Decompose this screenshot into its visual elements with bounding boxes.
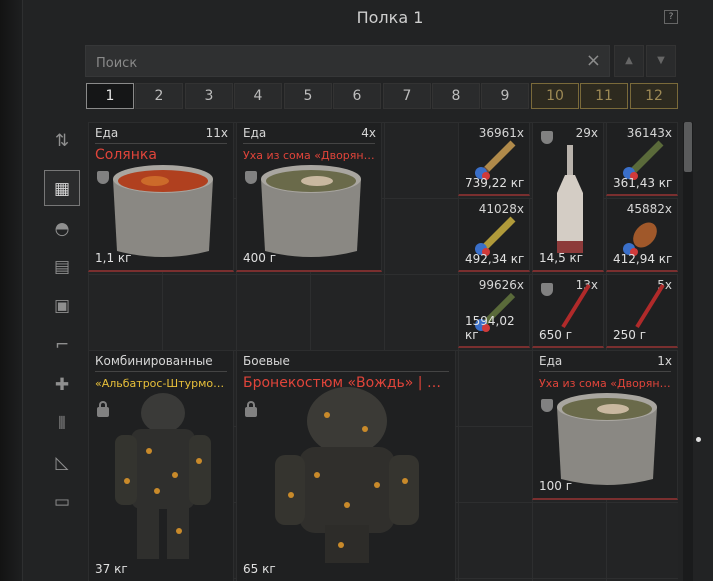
item-weight: 250 г: [613, 328, 647, 342]
item-category: Еда: [95, 126, 119, 140]
scroll-down-button[interactable]: ▼: [646, 45, 676, 77]
window-title: Полка 1: [356, 8, 424, 27]
pot-image: [557, 393, 657, 485]
item-weight: 100 г: [539, 479, 573, 493]
item-category: Комбинированные: [95, 354, 213, 368]
flare-image: [561, 283, 591, 329]
tab-8[interactable]: 8: [432, 83, 480, 109]
tab-11[interactable]: 11: [580, 83, 628, 109]
item-weight: 37 кг: [95, 562, 128, 576]
box-icon[interactable]: ▭: [44, 483, 80, 519]
ammo-stack[interactable]: 45882x 412,94 кг: [606, 198, 678, 272]
armor-icon[interactable]: ▤: [44, 248, 80, 284]
tools-icon[interactable]: ◺: [44, 444, 80, 480]
item-count: 41028x: [478, 202, 524, 216]
backpack-icon[interactable]: ▣: [44, 287, 80, 323]
tab-9[interactable]: 9: [481, 83, 529, 109]
item-count: 36961x: [478, 126, 524, 140]
item-count: 45882x: [626, 202, 672, 216]
ammo-stack[interactable]: 36961x 739,22 кг: [458, 122, 530, 196]
item-weight: 65 кг: [243, 562, 276, 576]
tab-12[interactable]: 12: [630, 83, 678, 109]
item-ukha[interactable]: Еда 4x Уха из сома «Дворянск... 400 г: [236, 122, 382, 272]
item-weight: 492,34 кг: [465, 252, 525, 266]
cursor-dot: [696, 437, 701, 442]
item-flare[interactable]: 13x 650 г: [532, 274, 604, 348]
item-flare[interactable]: 5x 250 г: [606, 274, 678, 348]
item-solyanka[interactable]: Еда 11x Солянка 1,1 кг: [88, 122, 234, 272]
flare-image: [635, 283, 665, 329]
item-ukha[interactable]: Еда 1x Уха из сома «Дворянск... 100 г: [532, 350, 678, 500]
item-weight: 1,1 кг: [95, 251, 132, 265]
item-category: Еда: [243, 126, 267, 140]
item-albatros-armor[interactable]: Комбинированные «Альбатрос-Штурмови... 3…: [88, 350, 234, 581]
search-bar: ×: [85, 45, 610, 77]
clear-icon[interactable]: ×: [586, 50, 601, 71]
item-count: 36143x: [626, 126, 672, 140]
item-weight: 14,5 кг: [539, 251, 584, 265]
medkit-icon[interactable]: ✚: [44, 366, 80, 402]
item-category: Еда: [539, 354, 563, 368]
sort-icon[interactable]: ⇅: [44, 122, 80, 158]
shield-icon: [541, 283, 553, 296]
background-edge: [0, 0, 22, 581]
tab-2[interactable]: 2: [135, 83, 183, 109]
scrollbar-track[interactable]: [683, 122, 693, 581]
item-weight: 650 г: [539, 328, 573, 342]
item-weight: 412,94 кг: [613, 252, 673, 266]
grid-icon[interactable]: ▦: [44, 170, 80, 206]
tab-5[interactable]: 5: [284, 83, 332, 109]
item-vozhd-armor[interactable]: Боевые Бронекостюм «Вождь» | +15 65 кг: [236, 350, 456, 581]
item-weight: 739,22 кг: [465, 176, 525, 190]
scroll-up-button[interactable]: ▲: [614, 45, 644, 77]
item-count: 1x: [657, 354, 672, 368]
ammo-stack[interactable]: 41028x 492,34 кг: [458, 198, 530, 272]
item-weight: 400 г: [243, 251, 277, 265]
help-icon[interactable]: ?: [664, 10, 678, 24]
item-weight: 1594,02 кг: [465, 314, 515, 342]
armor-image: [275, 387, 419, 563]
item-category: Боевые: [243, 354, 290, 368]
bottle-image: [557, 145, 583, 253]
tab-7[interactable]: 7: [383, 83, 431, 109]
ammo-stack[interactable]: 36143x 361,43 кг: [606, 122, 678, 196]
item-count: 29x: [575, 126, 598, 140]
item-count: 11x: [205, 126, 228, 140]
tab-4[interactable]: 4: [234, 83, 282, 109]
item-name: «Альбатрос-Штурмови...: [95, 377, 229, 390]
helmet-icon[interactable]: ◓: [44, 210, 80, 246]
ammo-icon[interactable]: ⫴: [44, 405, 80, 441]
tab-3[interactable]: 3: [185, 83, 233, 109]
ammo-stack[interactable]: 99626x 1594,02 кг: [458, 274, 530, 348]
tab-1[interactable]: 1: [86, 83, 134, 109]
item-count: 4x: [361, 126, 376, 140]
tab-6[interactable]: 6: [333, 83, 381, 109]
item-count: 99626x: [478, 278, 524, 292]
rifle-icon[interactable]: ⌐: [44, 326, 80, 362]
lock-icon: [245, 401, 257, 417]
pot-image: [261, 165, 361, 257]
armor-image: [115, 393, 211, 559]
pot-image: [113, 165, 213, 257]
scrollbar-thumb[interactable]: [684, 122, 692, 172]
item-weight: 361,43 кг: [613, 176, 673, 190]
search-input[interactable]: [94, 52, 568, 74]
tab-10[interactable]: 10: [531, 83, 579, 109]
item-bottle[interactable]: 29x 14,5 кг: [532, 122, 604, 272]
shield-icon: [541, 131, 553, 144]
